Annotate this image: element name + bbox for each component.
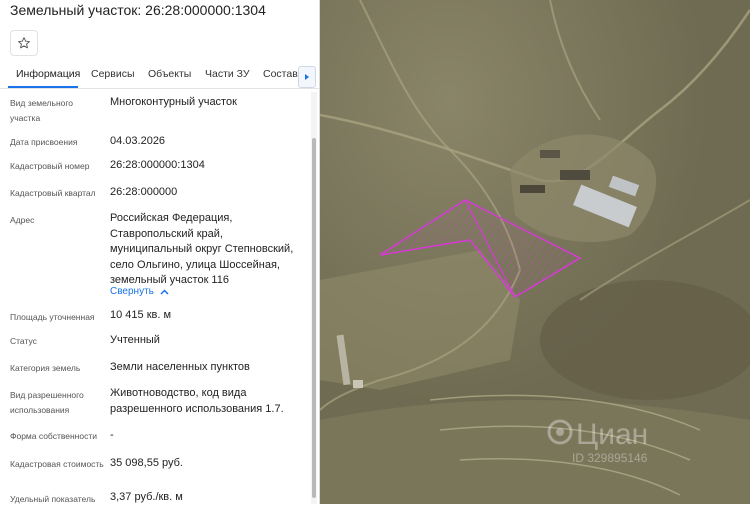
collapse-address-link[interactable]: Свернуть	[110, 286, 169, 297]
active-tab-indicator	[8, 86, 78, 88]
watermark-id: ID 329895146	[572, 451, 648, 465]
category-value: Земли населенных пунктов	[110, 361, 250, 373]
building	[353, 380, 363, 388]
map-canvas[interactable]: Циан ID 329895146	[319, 0, 750, 504]
tabs-next-button[interactable]	[298, 66, 316, 88]
date-value: 04.03.2026	[110, 135, 166, 147]
farm-building	[520, 185, 545, 193]
area-label: Площадь уточненная	[10, 312, 95, 322]
land-type-value: Многоконтурный участок	[110, 96, 237, 108]
address-value: Российская Федерация, Ставропольский кра…	[110, 212, 294, 286]
cadastral-number-label: Кадастровый номер	[10, 161, 90, 171]
category-label: Категория земель	[10, 363, 81, 373]
scrollbar-thumb[interactable]	[312, 138, 316, 498]
tab-services[interactable]: Сервисы	[91, 68, 135, 80]
info-panel: Земельный участок: 26:28:000000:1304 Инф…	[0, 0, 320, 504]
date-label: Дата присвоения	[10, 137, 78, 147]
cost-label: Кадастровая стоимость	[10, 459, 104, 469]
tab-info[interactable]: Информация	[16, 68, 80, 80]
usage-value: Животноводство, код вида разрешенного ис…	[110, 387, 284, 415]
tab-bar: Информация Сервисы Объекты Части ЗУ Сост…	[0, 64, 319, 89]
chevron-up-icon	[160, 288, 169, 295]
ownership-label: Форма собственности	[10, 431, 97, 441]
address-label: Адрес	[10, 215, 35, 225]
status-label: Статус	[10, 336, 37, 346]
tab-objects[interactable]: Объекты	[148, 68, 191, 80]
watermark-text: Циан	[576, 418, 648, 451]
chevron-right-icon	[305, 74, 309, 80]
cost-value: 35 098,55 руб.	[110, 457, 183, 469]
collapse-label: Свернуть	[110, 286, 154, 297]
area-value: 10 415 кв. м	[110, 309, 172, 321]
page-title: Земельный участок: 26:28:000000:1304	[10, 2, 266, 18]
star-icon	[18, 37, 30, 49]
tab-parts[interactable]: Части ЗУ	[205, 68, 250, 80]
usage-label: Вид разрешенного использования	[10, 390, 84, 415]
specific-indicator-value: 3,37 руб./кв. м	[110, 491, 183, 503]
land-type-label: Вид земельного участка	[10, 98, 74, 123]
favorite-button[interactable]	[10, 30, 38, 56]
tab-composition[interactable]: Состав	[263, 68, 298, 80]
farm-building	[560, 170, 590, 180]
status-value: Учтенный	[110, 334, 160, 346]
field-patch	[320, 400, 750, 504]
satellite-map[interactable]: Циан ID 329895146	[319, 0, 750, 504]
cadastral-number-value: 26:28:000000:1304	[110, 159, 205, 171]
cadastral-quarter-label: Кадастровый квартал	[10, 188, 96, 198]
ownership-value: -	[110, 429, 114, 441]
dump-area	[540, 280, 750, 400]
specific-indicator-label: Удельный показатель	[10, 494, 96, 504]
farm-building	[540, 150, 560, 158]
cadastral-quarter-value: 26:28:000000	[110, 186, 178, 198]
